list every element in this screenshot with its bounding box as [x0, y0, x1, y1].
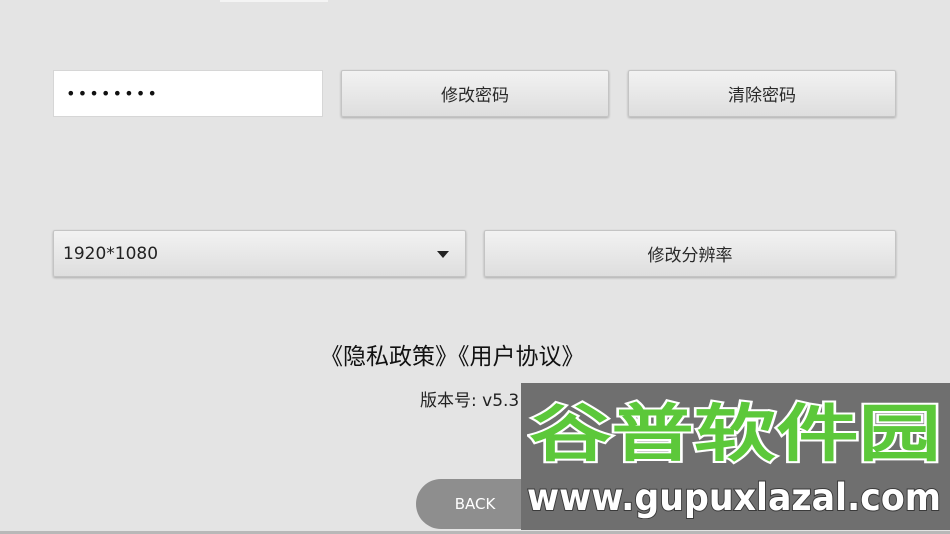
dropdown-arrow-icon — [437, 251, 449, 258]
change-password-button[interactable]: 修改密码 — [341, 70, 609, 117]
version-label: 版本号: v5.3 — [420, 391, 520, 411]
watermark-logo-text: 谷普软件园 — [527, 397, 943, 467]
password-input[interactable]: •••••••• — [53, 70, 323, 117]
watermark-logo: 谷普软件园 www.gupuxlazal.com — [521, 383, 950, 530]
resolution-select[interactable]: 1920*1080 — [53, 230, 466, 277]
resolution-value: 1920*1080 — [63, 243, 159, 264]
user-agreement-link[interactable]: 《用户协议》 — [458, 344, 585, 370]
watermark-url: www.gupuxlazal.com — [526, 475, 942, 519]
privacy-policy-link[interactable]: 《隐私政策》 — [320, 344, 458, 370]
policy-links: 《隐私政策》《用户协议》 — [320, 337, 630, 371]
top-strip — [220, 0, 328, 2]
svg-text:谷普软件园: 谷普软件园 — [529, 397, 941, 467]
svg-text:www.gupuxlazal.com: www.gupuxlazal.com — [527, 476, 941, 519]
change-resolution-button[interactable]: 修改分辨率 — [484, 230, 896, 277]
clear-password-button[interactable]: 清除密码 — [628, 70, 896, 117]
